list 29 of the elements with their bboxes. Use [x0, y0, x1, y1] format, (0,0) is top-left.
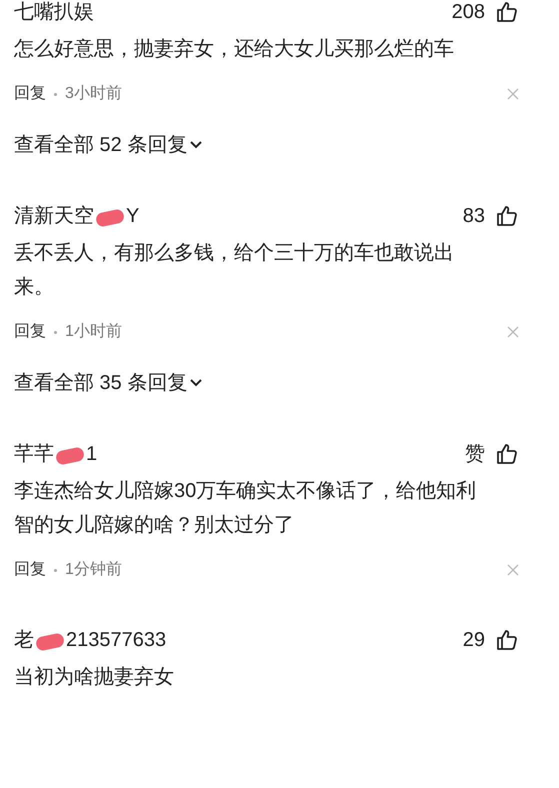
user-name[interactable]: 清新天空: [14, 201, 94, 231]
comment-text: 当初为啥抛妻弃女: [14, 665, 175, 690]
view-all-replies-link[interactable]: 查看全部 35 条回复: [14, 368, 204, 398]
like-count: 208: [452, 0, 485, 25]
timestamp: 1分钟前: [65, 560, 122, 580]
reply-link[interactable]: 回复: [14, 320, 46, 344]
comment-text: 丢不丢人，有那么多钱，给个三十万的车也敢说出 来。: [14, 241, 455, 300]
like-count: 83: [462, 204, 485, 229]
timestamp: 1小时前: [65, 322, 122, 342]
user-name-suffix: Y: [126, 204, 140, 229]
user-name-suffix: 213577633: [66, 628, 166, 653]
comment-text: 怎么好意思，抛妻弃女，还给大女儿买那么烂的车: [14, 37, 455, 62]
user-name[interactable]: 老: [14, 625, 34, 655]
user-name-suffix: 1: [86, 442, 98, 467]
reply-link[interactable]: 回复: [14, 82, 46, 106]
user-name[interactable]: 芊芊: [14, 439, 54, 469]
thumbs-up-icon[interactable]: [495, 442, 519, 466]
comment-text: 李连杰给女儿陪嫁30万车确实太不像话了，给他知利 智的女儿陪嫁的啥？别太过分了: [14, 479, 478, 538]
chevron-down-icon: [189, 140, 204, 150]
like-count: 29: [462, 628, 485, 653]
like-count: 赞: [465, 442, 485, 467]
view-all-replies-link[interactable]: 查看全部 52 条回复: [14, 130, 204, 160]
user-name[interactable]: 七嘴扒娱: [14, 0, 94, 27]
thumbs-up-icon[interactable]: [495, 204, 519, 228]
thumbs-up-icon[interactable]: [495, 0, 519, 24]
thumbs-up-icon[interactable]: [495, 628, 519, 652]
reply-link[interactable]: 回复: [14, 558, 46, 582]
timestamp: 3小时前: [65, 84, 122, 104]
chevron-down-icon: [189, 378, 204, 388]
